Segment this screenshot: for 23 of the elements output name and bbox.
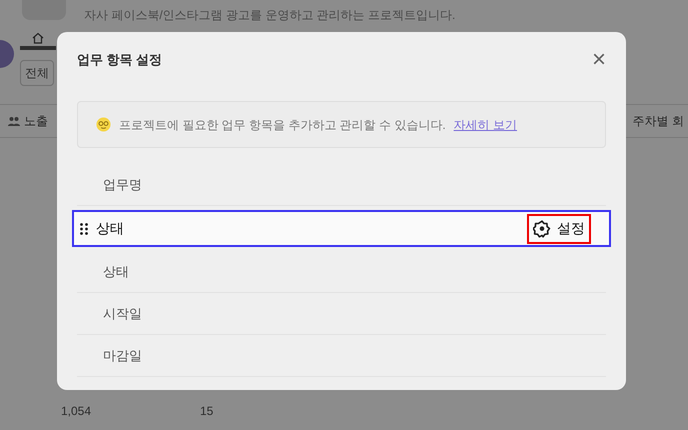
details-link[interactable]: 자세히 보기	[454, 116, 518, 134]
settings-button[interactable]: 설정	[527, 214, 591, 244]
row-label: 시작일	[103, 304, 142, 323]
filter-button[interactable]: 전체	[20, 60, 54, 86]
table-cell-text: 15	[200, 403, 214, 420]
column-header: 주차별 회	[632, 113, 685, 130]
emoji-icon	[96, 117, 111, 132]
close-button[interactable]: ×	[592, 48, 606, 72]
dialog-title: 업무 항목 설정	[77, 51, 162, 70]
drag-handle-icon[interactable]	[80, 222, 88, 234]
avatar	[0, 40, 14, 68]
project-description: 자사 페이스북/인스타그램 광고를 운영하고 관리하는 프로젝트입니다.	[84, 7, 456, 24]
row-label: 상태	[103, 262, 129, 281]
table-cell-text: 1,054	[61, 403, 92, 420]
row-label: 마감일	[103, 346, 142, 365]
dragged-row[interactable]: 상태 설정	[72, 210, 611, 247]
column-header: 노출	[24, 113, 48, 130]
home-icon	[32, 32, 44, 44]
people-icon	[8, 116, 20, 126]
row-label: 업무명	[103, 176, 142, 194]
row-label: 상태	[96, 219, 124, 238]
notice-text: 프로젝트에 필요한 업무 항목을 추가하고 관리할 수 있습니다.	[119, 116, 446, 134]
settings-icon	[533, 220, 551, 238]
